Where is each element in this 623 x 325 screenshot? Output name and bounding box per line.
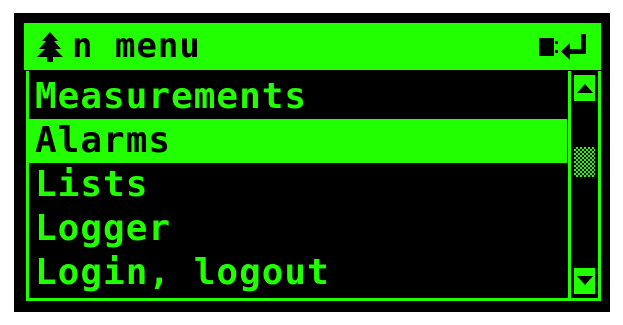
menu-title: n menu <box>72 26 201 66</box>
list-item-login-logout[interactable]: Login, logout <box>29 251 567 295</box>
scroll-thumb[interactable] <box>574 147 595 177</box>
arrow-up-icon[interactable] <box>574 75 595 101</box>
list-item-measurements[interactable]: Measurements <box>29 75 567 119</box>
menu-list: Measurements Alarms Lists Logger Login, … <box>29 75 567 295</box>
tree-icon <box>37 32 63 62</box>
list-item-lists[interactable]: Lists <box>29 163 567 207</box>
menu-content: Measurements Alarms Lists Logger Login, … <box>26 71 601 301</box>
list-item-logger[interactable]: Logger <box>29 207 567 251</box>
menu-header: n menu <box>24 23 601 70</box>
list-item-alarms[interactable]: Alarms <box>29 119 567 163</box>
lcd-screen: n menu Measurements Alarms Lists Logger … <box>14 13 610 312</box>
scrollbar[interactable] <box>568 71 598 298</box>
keyboard-enter-icon[interactable] <box>537 32 589 62</box>
arrow-down-icon[interactable] <box>574 268 595 294</box>
